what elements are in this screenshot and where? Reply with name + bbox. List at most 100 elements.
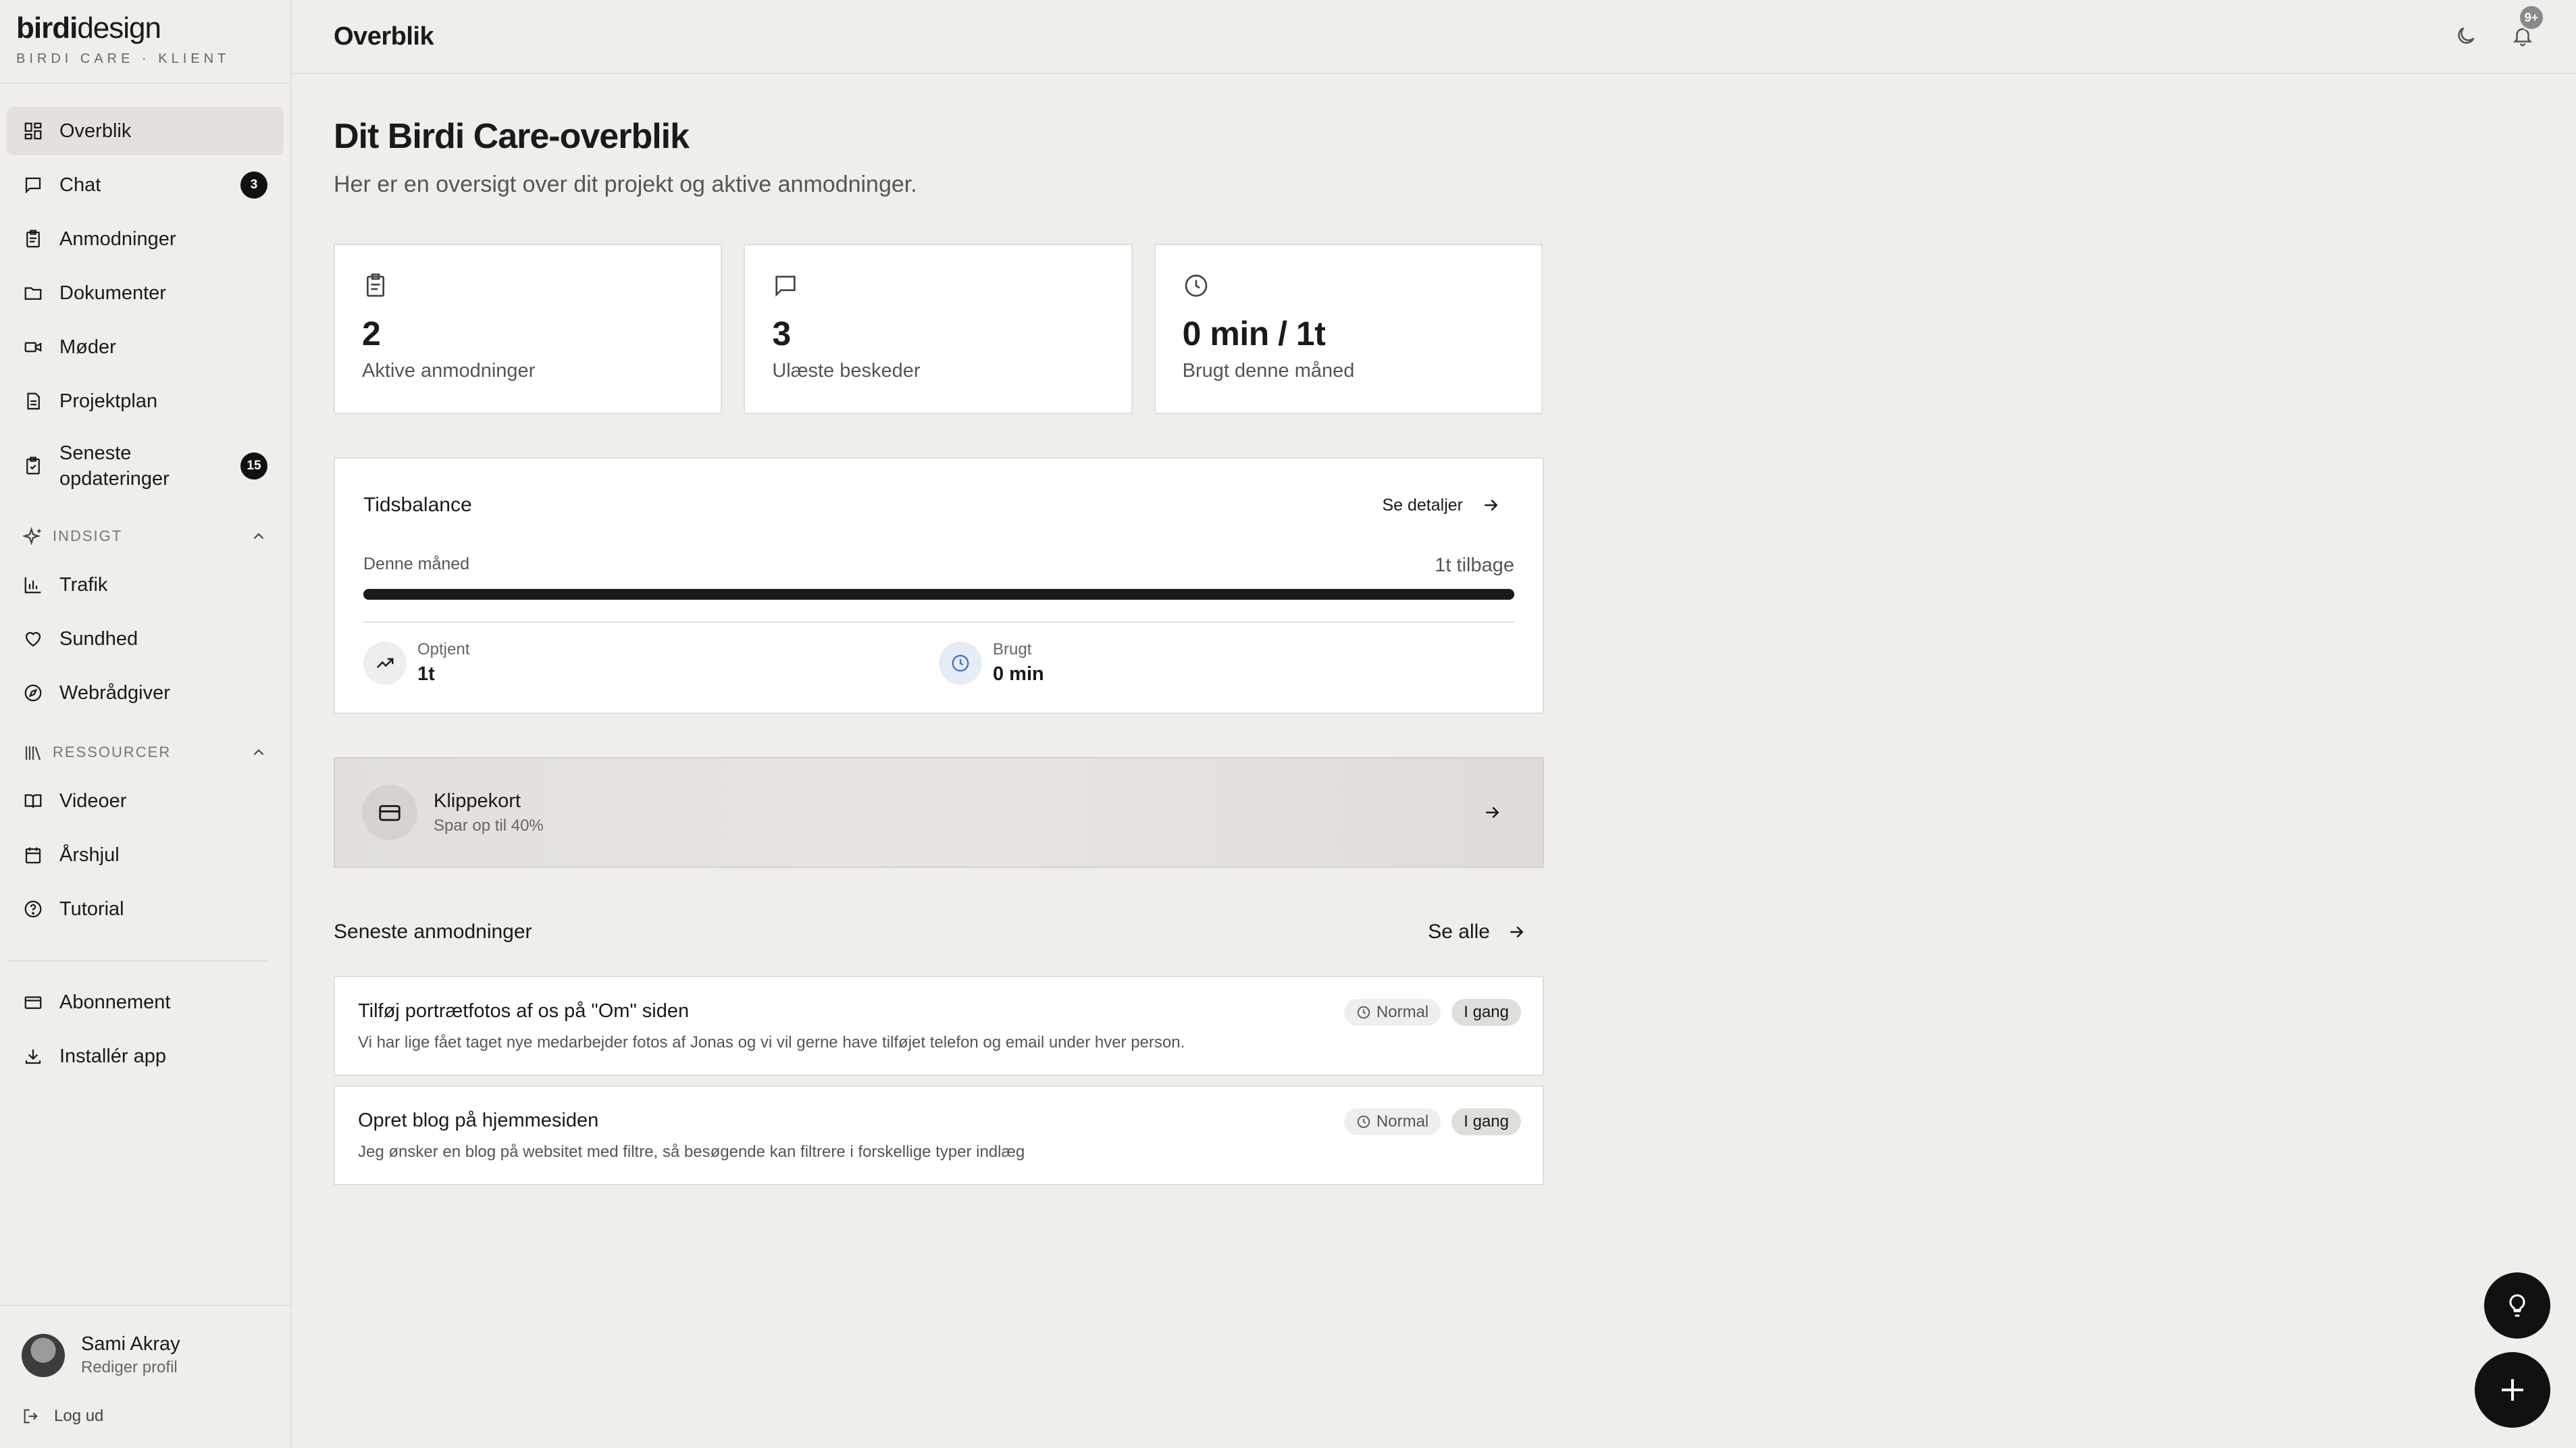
request-item[interactable]: Opret blog på hjemmesiden Jeg ønsker en …: [334, 1085, 1544, 1185]
priority-badge: Normal: [1343, 999, 1441, 1026]
edit-profile-link[interactable]: Rediger profil: [81, 1358, 180, 1377]
sidebar-item-label: Seneste opdateringer: [59, 442, 170, 490]
request-description: Vi har lige fået taget nye medarbejder f…: [358, 1033, 1185, 1052]
content: Dit Birdi Care-overblik Her er en oversi…: [292, 74, 1544, 1185]
logout-icon: [24, 1409, 38, 1424]
sidebar-item-label: Årshjul: [59, 844, 120, 866]
page-header-title: Overblik: [334, 22, 434, 51]
topbar: Overblik 9+: [292, 0, 2576, 74]
time-balance-title: Tidsbalance: [363, 494, 472, 516]
sidebar-item-abonnement[interactable]: Abonnement: [7, 978, 284, 1027]
arrow-right-icon: [1486, 806, 1499, 819]
sidebar-item-chat[interactable]: Chat 3: [7, 161, 284, 209]
see-all-label: Se alle: [1428, 921, 1490, 943]
video-icon: [23, 337, 43, 357]
priority-label: Normal: [1376, 1112, 1429, 1131]
sidebar-item-tutorial[interactable]: Tutorial: [7, 885, 284, 933]
clipboard-icon: [23, 229, 43, 249]
section-ressourcer-toggle[interactable]: RESSOURCER: [7, 731, 284, 774]
clock-icon: [1357, 1115, 1370, 1129]
chat-unread-badge: 3: [240, 172, 267, 199]
stat-card-time-used[interactable]: 0 min / 1t Brugt denne måned: [1154, 244, 1543, 414]
brand-subtitle: BIRDI CARE · KLIENT: [16, 51, 230, 66]
priority-label: Normal: [1376, 1003, 1429, 1021]
sidebar-item-label: Installér app: [59, 1045, 166, 1067]
sidebar-item-sundhed[interactable]: Sundhed: [7, 615, 284, 663]
section-indsigt-toggle[interactable]: INDSIGT: [7, 515, 284, 558]
tips-button[interactable]: [2484, 1272, 2550, 1339]
time-balance-progress-bar: [363, 589, 1514, 600]
sidebar-item-anmodninger[interactable]: Anmodninger: [7, 215, 284, 263]
credit-card-icon: [23, 992, 43, 1012]
book-icon: [23, 791, 43, 811]
dashboard-icon: [23, 121, 43, 141]
request-description: Jeg ønsker en blog på websitet med filtr…: [358, 1143, 1025, 1161]
sidebar-item-trafik[interactable]: Trafik: [7, 561, 284, 609]
stat-card-active-requests[interactable]: 2 Aktive anmodninger: [334, 244, 723, 414]
app-root: birdidesign BIRDI CARE · KLIENT Overblik…: [0, 0, 2576, 1448]
moon-icon: [2458, 27, 2475, 44]
request-item[interactable]: Tilføj portrætfotos af os på "Om" siden …: [334, 976, 1544, 1076]
profile-link[interactable]: Sami Akray Rediger profil: [22, 1333, 269, 1377]
new-request-button[interactable]: [2475, 1352, 2550, 1428]
stat-value: 2: [362, 315, 381, 353]
help-circle-icon: [23, 899, 43, 919]
clock-icon: [1357, 1006, 1370, 1019]
clipboard-icon: [367, 274, 384, 297]
page-subtitle: Her er en oversigt over dit projekt og a…: [334, 172, 917, 197]
sidebar-item-moder[interactable]: Møder: [7, 323, 284, 371]
recent-requests-title: Seneste anmodninger: [334, 921, 532, 943]
library-icon: [23, 743, 42, 762]
sidebar-item-label: Dokumenter: [59, 282, 166, 304]
sidebar-item-label: Trafik: [59, 573, 108, 596]
divider: [363, 621, 1514, 623]
sidebar-item-arshjul[interactable]: Årshjul: [7, 831, 284, 879]
stat-value: 3: [772, 315, 791, 353]
punch-card-banner[interactable]: Klippekort Spar op til 40%: [334, 757, 1544, 868]
main-area: Overblik 9+ Dit Birdi Care-overblik Her …: [292, 0, 2576, 1448]
folder-icon: [23, 283, 43, 303]
avatar: [22, 1333, 65, 1377]
calendar-icon: [23, 845, 43, 865]
sidebar-item-label: Møder: [59, 336, 116, 358]
logout-button[interactable]: Log ud: [22, 1407, 269, 1426]
earned-value: 1t: [417, 663, 435, 685]
stat-card-unread-messages[interactable]: 3 Ulæste beskeder: [744, 244, 1133, 414]
dark-mode-toggle[interactable]: [2454, 24, 2477, 47]
sidebar-item-dokumenter[interactable]: Dokumenter: [7, 269, 284, 317]
sidebar-item-projektplan[interactable]: Projektplan: [7, 377, 284, 425]
heart-icon: [23, 629, 43, 649]
brand-logo[interactable]: birdidesign: [16, 11, 274, 46]
sidebar-item-label: Videoer: [59, 790, 127, 812]
sidebar-item-label: Abonnement: [59, 991, 171, 1013]
recent-requests-header: Seneste anmodninger Se alle: [334, 921, 1544, 943]
compass-icon: [23, 683, 43, 703]
sidebar-item-webradgiver[interactable]: Webrådgiver: [7, 669, 284, 717]
credit-card-icon: [362, 785, 417, 840]
used-value: 0 min: [993, 663, 1044, 685]
document-icon: [23, 391, 43, 411]
sidebar-item-seneste-opdateringer[interactable]: Seneste opdateringer 15: [7, 431, 284, 501]
page-title: Dit Birdi Care-overblik: [334, 117, 690, 156]
sidebar-item-label: Chat: [59, 174, 101, 196]
time-balance-card: Tidsbalance Se detaljer Denne måned 1t t…: [334, 457, 1544, 714]
sidebar-item-installer-app[interactable]: Installér app: [7, 1032, 284, 1081]
brand: birdidesign BIRDI CARE · KLIENT: [0, 0, 290, 84]
sidebar-item-videoer[interactable]: Videoer: [7, 777, 284, 825]
trending-up-icon: [363, 641, 407, 685]
progress-fill: [363, 589, 1514, 600]
see-details-label: Se detaljer: [1382, 495, 1463, 515]
clock-icon: [1185, 274, 1207, 297]
sidebar-divider: [7, 960, 267, 962]
sidebar-item-overblik[interactable]: Overblik: [7, 107, 284, 155]
used-label: Brugt: [993, 640, 1032, 658]
punch-card-title: Klippekort: [434, 790, 521, 812]
stat-label: Ulæste beskeder: [772, 360, 921, 382]
sidebar-item-label: Webrådgiver: [59, 681, 170, 704]
see-details-link[interactable]: Se detaljer: [1382, 495, 1501, 515]
bar-chart-icon: [23, 575, 43, 595]
sidebar-item-label: Sundhed: [59, 627, 138, 650]
section-title: RESSOURCER: [53, 744, 172, 760]
used-stat: Brugt 0 min: [939, 640, 1514, 686]
see-all-link[interactable]: Se alle: [1428, 921, 1526, 943]
